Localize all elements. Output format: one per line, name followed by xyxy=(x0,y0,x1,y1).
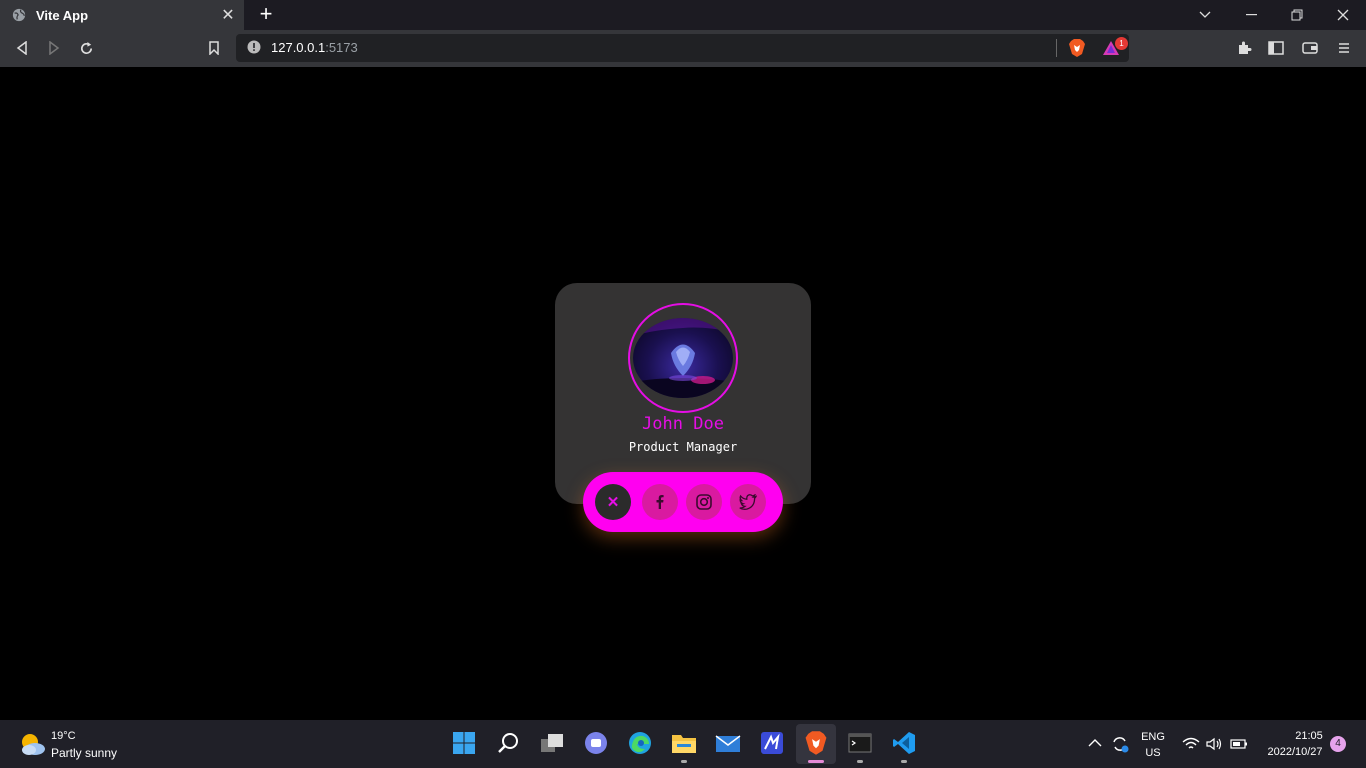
search-icon xyxy=(498,733,518,753)
reload-icon xyxy=(80,41,92,54)
puzzle-icon xyxy=(1239,41,1252,54)
task-view-icon xyxy=(541,734,563,752)
folder-icon xyxy=(672,735,696,753)
forward-arrow-icon xyxy=(49,41,60,55)
back-arrow-icon xyxy=(16,41,27,55)
sidebar-icon xyxy=(1268,41,1284,55)
running-indicator xyxy=(681,760,687,763)
weather-description[interactable]: Partly sunny xyxy=(51,746,117,760)
vscode-button[interactable] xyxy=(889,728,919,758)
rewards-badge: 1 xyxy=(1115,37,1128,50)
mail-button[interactable] xyxy=(713,728,743,758)
language-bottom[interactable]: US xyxy=(1138,747,1168,759)
profile-name: John Doe xyxy=(642,414,724,434)
battery-icon[interactable] xyxy=(1230,739,1248,749)
sync-icon[interactable] xyxy=(1110,734,1130,754)
app-icon xyxy=(761,732,783,754)
url-text[interactable]: 127.0.0.1:5173 xyxy=(271,40,358,55)
close-window-button[interactable] xyxy=(1320,0,1366,30)
notification-badge[interactable]: 4 xyxy=(1330,736,1346,752)
windows-logo-icon xyxy=(453,732,475,754)
address-bar[interactable] xyxy=(236,34,1129,62)
brave-icon xyxy=(805,731,827,755)
url-divider xyxy=(1056,39,1057,57)
avatar-image xyxy=(633,318,733,398)
instagram-icon xyxy=(696,494,712,510)
clock-date[interactable]: 2022/10/27 xyxy=(1258,746,1332,758)
running-indicator xyxy=(901,760,907,763)
mail-icon xyxy=(715,735,741,752)
url-port: :5173 xyxy=(325,40,358,55)
start-button[interactable] xyxy=(449,728,479,758)
search-button[interactable] xyxy=(493,728,523,758)
url-host: 127.0.0.1 xyxy=(271,40,326,55)
profile-role: Product Manager xyxy=(628,440,738,454)
tab-search-chevron-icon[interactable] xyxy=(1182,0,1228,30)
language-top[interactable]: ENG xyxy=(1138,731,1168,743)
info-icon[interactable] xyxy=(247,40,261,54)
browser-tab[interactable]: Vite App ✕ xyxy=(0,0,244,30)
back-button[interactable] xyxy=(9,36,35,60)
vscode-icon xyxy=(893,732,915,754)
weather-temperature[interactable]: 19°C xyxy=(51,730,76,742)
hamburger-icon xyxy=(1339,43,1349,53)
running-indicator xyxy=(857,760,863,763)
brave-shields-icon[interactable] xyxy=(1068,38,1086,58)
wallet-icon xyxy=(1302,42,1318,54)
tab-title: Vite App xyxy=(36,7,89,23)
app-button[interactable] xyxy=(757,728,787,758)
reload-button[interactable] xyxy=(73,36,99,60)
menu-button[interactable] xyxy=(1331,36,1357,60)
edge-icon xyxy=(629,732,651,754)
speaker-icon[interactable] xyxy=(1206,737,1222,751)
instagram-button[interactable] xyxy=(686,484,722,520)
chat-icon xyxy=(585,732,607,754)
facebook-button[interactable] xyxy=(642,484,678,520)
bookmark-icon xyxy=(209,41,219,55)
brave-taskbar-button[interactable] xyxy=(801,728,831,758)
active-indicator xyxy=(808,760,824,763)
facebook-icon xyxy=(656,495,664,509)
twitter-icon xyxy=(739,494,757,510)
wifi-icon[interactable] xyxy=(1182,737,1200,751)
clock-time[interactable]: 21:05 xyxy=(1285,730,1333,742)
twitter-button[interactable] xyxy=(730,484,766,520)
file-explorer-button[interactable] xyxy=(669,728,699,758)
globe-icon xyxy=(12,8,26,22)
chevron-up-icon[interactable] xyxy=(1088,738,1102,748)
terminal-button[interactable] xyxy=(845,728,875,758)
extensions-button[interactable] xyxy=(1231,36,1257,60)
new-tab-button[interactable]: + xyxy=(254,3,278,27)
minimize-button[interactable] xyxy=(1228,0,1274,30)
restore-button[interactable] xyxy=(1274,0,1320,30)
bookmark-button[interactable] xyxy=(201,36,227,60)
terminal-icon xyxy=(848,733,872,753)
wallet-button[interactable] xyxy=(1297,36,1323,60)
task-view-button[interactable] xyxy=(537,728,567,758)
edge-button[interactable] xyxy=(625,728,655,758)
sidebar-button[interactable] xyxy=(1263,36,1289,60)
partly-sunny-icon[interactable] xyxy=(18,731,46,757)
close-icon[interactable]: ✕ xyxy=(595,484,631,520)
browser-titlebar: Vite App ✕ + xyxy=(0,0,1366,30)
avatar xyxy=(633,318,733,398)
teams-chat-button[interactable] xyxy=(581,728,611,758)
tab-close-icon[interactable]: ✕ xyxy=(216,5,240,25)
forward-button[interactable] xyxy=(41,36,67,60)
